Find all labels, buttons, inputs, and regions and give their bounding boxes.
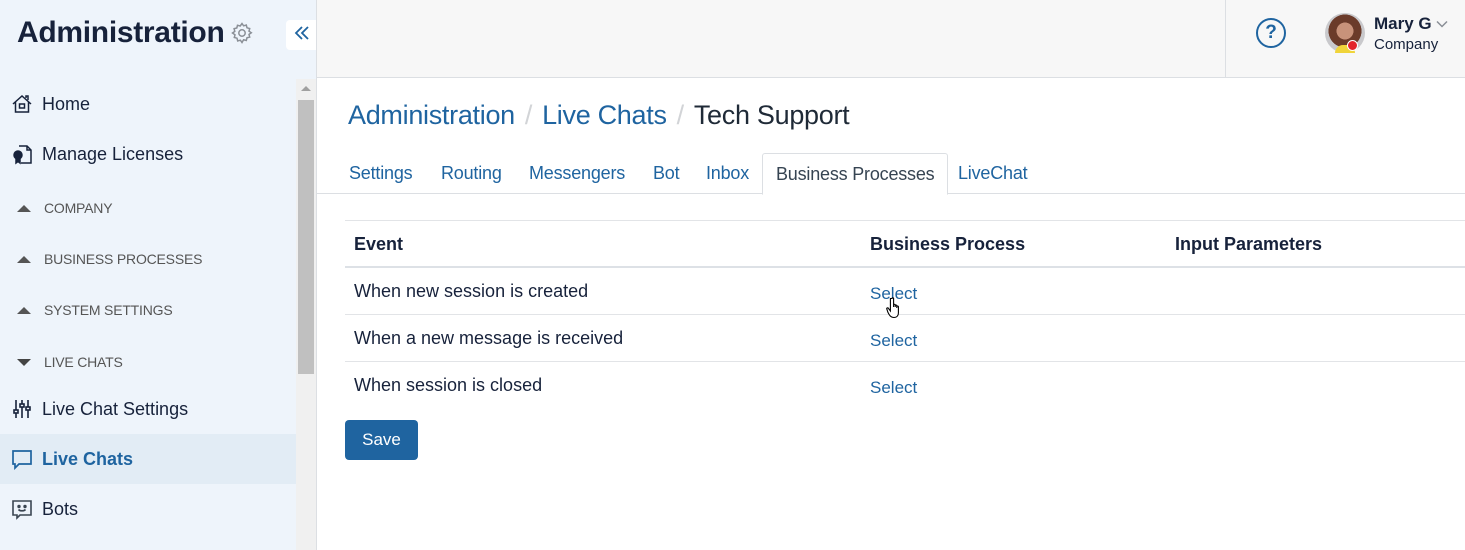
sidebar-group-label: SYSTEM SETTINGS <box>44 302 173 318</box>
sidebar-group-live-chats[interactable]: LIVE CHATS <box>0 342 296 382</box>
breadcrumb-administration[interactable]: Administration <box>348 100 515 131</box>
caret-up-icon <box>17 255 31 263</box>
sidebar-item-label: Bots <box>42 498 79 519</box>
tab-bot[interactable]: Bot <box>653 153 680 194</box>
sidebar-group-label: LIVE CHATS <box>44 354 123 370</box>
double-chevron-left-icon <box>293 24 311 47</box>
tab-business-processes[interactable]: Business Processes <box>762 153 949 195</box>
breadcrumb: Administration / Live Chats / Tech Suppo… <box>348 100 850 131</box>
sidebar-item-live-chats[interactable]: Live Chats <box>0 434 296 484</box>
sidebar-scrollbar[interactable] <box>296 79 316 550</box>
sidebar-item-label: Home <box>42 93 91 114</box>
scrollbar-thumb[interactable] <box>298 100 314 374</box>
page-title: Tech Support <box>693 100 850 130</box>
help-button[interactable]: ? <box>1256 18 1286 48</box>
breadcrumb-separator: / <box>676 100 685 130</box>
collapse-sidebar-button[interactable] <box>286 20 317 50</box>
sidebar-header: Administration <box>17 16 254 50</box>
app-window: Administration Home Manage Licenses COMP… <box>0 0 1465 550</box>
save-button[interactable]: Save <box>345 420 418 460</box>
license-icon <box>11 143 33 165</box>
sidebar-item-manage-licenses[interactable]: Manage Licenses <box>0 129 296 179</box>
scroll-up-arrow-icon[interactable] <box>301 86 311 91</box>
sidebar-item-live-chat-settings[interactable]: Live Chat Settings <box>0 384 296 434</box>
sliders-icon <box>11 398 33 420</box>
sidebar-group-company[interactable]: COMPANY <box>0 188 296 228</box>
tab-livechat[interactable]: LiveChat <box>958 153 1028 194</box>
table-row: When a new message is received Select <box>345 315 1465 362</box>
caret-up-icon <box>17 306 31 314</box>
breadcrumb-separator: / <box>524 100 533 130</box>
main-content: Administration / Live Chats / Tech Suppo… <box>317 78 1465 550</box>
table-row: When session is closed Select <box>345 362 1465 409</box>
table-row: When new session is created Select <box>345 268 1465 315</box>
sidebar-group-system-settings[interactable]: SYSTEM SETTINGS <box>0 290 296 330</box>
sidebar-item-bots[interactable]: Bots <box>0 484 296 534</box>
tab-messengers[interactable]: Messengers <box>529 153 625 194</box>
chat-bubble-icon <box>11 448 33 470</box>
sidebar-group-business-processes[interactable]: BUSINESS PROCESSES <box>0 239 296 279</box>
home-icon <box>11 93 33 115</box>
select-process-link[interactable]: Select <box>870 331 917 351</box>
user-company: Company <box>1374 36 1439 53</box>
sidebar-item-label: Live Chat Settings <box>42 398 189 419</box>
caret-down-icon <box>17 358 31 366</box>
gear-icon[interactable] <box>230 21 254 45</box>
tab-bar: Settings Routing Messengers Bot Inbox Bu… <box>317 153 1465 195</box>
sidebar-group-label: COMPANY <box>44 200 113 216</box>
sidebar-group-label: BUSINESS PROCESSES <box>44 251 203 267</box>
tab-inbox[interactable]: Inbox <box>706 153 749 194</box>
topbar-divider <box>1225 0 1226 77</box>
sidebar: Administration Home Manage Licenses COMP… <box>0 0 317 550</box>
table-header: Event Business Process Input Parameters <box>345 220 1465 268</box>
business-process-table: Event Business Process Input Parameters … <box>345 220 1465 409</box>
help-icon: ? <box>1265 22 1277 43</box>
chevron-down-icon[interactable] <box>1435 16 1449 28</box>
tab-settings[interactable]: Settings <box>349 153 413 194</box>
sidebar-title: Administration <box>17 16 225 49</box>
event-cell: When new session is created <box>354 281 589 301</box>
bot-icon <box>11 498 33 520</box>
sidebar-item-home[interactable]: Home <box>0 79 296 129</box>
top-bar: ? Mary G Company <box>317 0 1465 78</box>
tab-routing[interactable]: Routing <box>441 153 502 194</box>
event-cell: When session is closed <box>354 375 543 395</box>
avatar[interactable] <box>1325 13 1365 53</box>
status-indicator <box>1347 40 1358 51</box>
sidebar-item-label: Manage Licenses <box>42 143 184 164</box>
column-header-event: Event <box>354 234 404 254</box>
select-process-link[interactable]: Select <box>870 284 917 304</box>
sidebar-item-label: Live Chats <box>42 448 134 469</box>
user-name[interactable]: Mary G <box>1374 14 1432 34</box>
breadcrumb-live-chats[interactable]: Live Chats <box>542 100 667 131</box>
event-cell: When a new message is received <box>354 328 624 348</box>
caret-up-icon <box>17 204 31 212</box>
column-header-business-process: Business Process <box>870 234 1026 254</box>
column-header-input-parameters: Input Parameters <box>1175 234 1323 254</box>
select-process-link[interactable]: Select <box>870 378 917 398</box>
